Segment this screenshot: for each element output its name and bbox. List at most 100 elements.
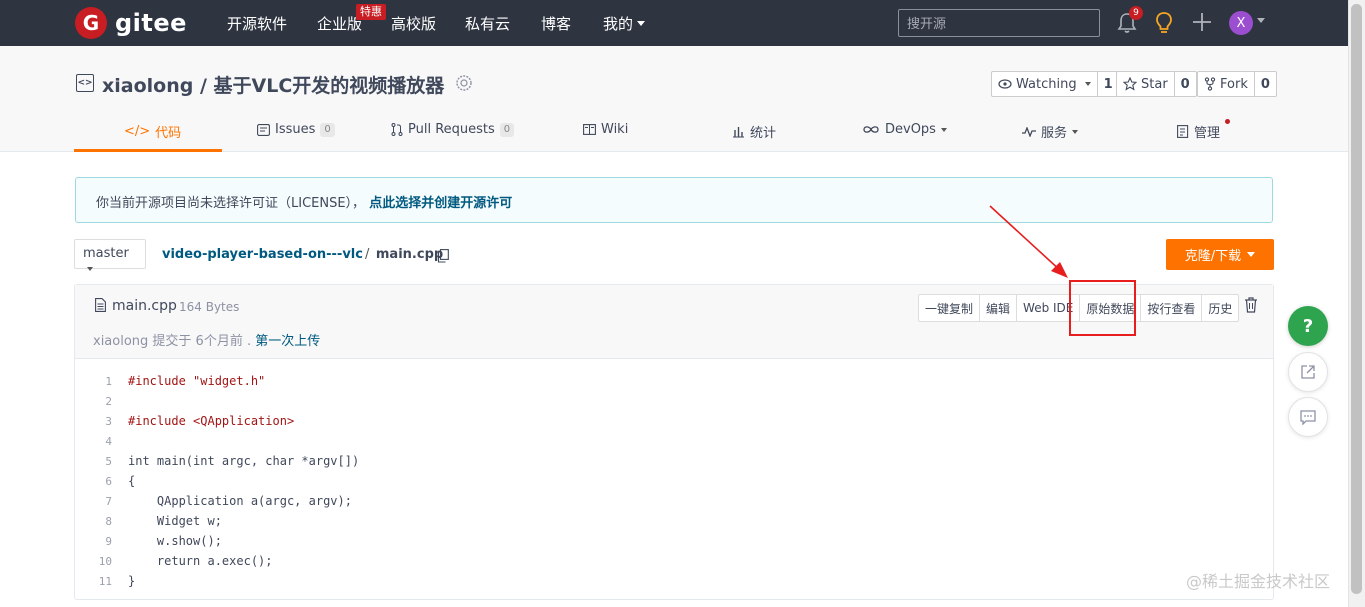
tab-code[interactable]: </> 代码 xyxy=(124,122,181,141)
star-icon xyxy=(1123,77,1137,91)
search-input[interactable] xyxy=(898,9,1100,37)
code-text: w.show(); xyxy=(128,534,222,548)
breadcrumb-file: main.cpp xyxy=(375,247,444,262)
edit-button[interactable]: 编辑 xyxy=(980,295,1018,321)
history-button[interactable]: 历史 xyxy=(1202,295,1238,321)
tab-manage-label: 管理 xyxy=(1194,126,1221,141)
nav-university[interactable]: 高校版 xyxy=(391,13,436,34)
user-avatar[interactable]: X xyxy=(1229,11,1253,35)
tab-services[interactable]: 服务 xyxy=(1022,122,1079,141)
nav-private-cloud[interactable]: 私有云 xyxy=(465,13,510,34)
code-line: 7 QApplication a(argc, argv); xyxy=(75,491,1273,511)
active-tab-underline xyxy=(74,149,222,152)
breadcrumb: video-player-based-on---vlc / main.cpp xyxy=(162,247,443,262)
plus-icon[interactable] xyxy=(1191,11,1213,33)
nav-open-source[interactable]: 开源软件 xyxy=(227,13,287,34)
file-icon xyxy=(95,298,106,312)
tab-statistics[interactable]: 统计 xyxy=(732,122,776,141)
page-scrollbar-thumb[interactable] xyxy=(1351,4,1362,594)
line-number: 8 xyxy=(105,514,112,528)
code-text: Widget w; xyxy=(128,514,222,528)
code-line: 11} xyxy=(75,571,1273,591)
tab-devops[interactable]: DevOps xyxy=(862,122,947,137)
create-license-link[interactable]: 点此选择并创建开源许可 xyxy=(369,196,512,211)
tab-code-label: 代码 xyxy=(155,126,182,141)
tab-pull-requests-count: 0 xyxy=(499,122,515,137)
license-notice-text: 你当前开源项目尚未选择许可证（LICENSE）， xyxy=(96,196,366,211)
chevron-down-icon xyxy=(940,127,947,132)
commit-message-link[interactable]: 第一次上传 xyxy=(255,334,320,349)
help-button[interactable]: ? xyxy=(1288,306,1328,346)
breadcrumb-separator: / xyxy=(364,247,370,262)
tab-wiki-label: Wiki xyxy=(601,122,629,137)
project-header: <> xiaolong / 基于VLC开发的视频播放器 Watching 1 S… xyxy=(0,46,1348,152)
tab-wiki[interactable]: Wiki xyxy=(583,122,628,137)
code-text: return a.exec(); xyxy=(128,554,273,568)
code-line: 3 #include <QApplication> xyxy=(75,411,1273,431)
fork-button[interactable]: Fork 0 xyxy=(1197,71,1277,97)
star-button[interactable]: Star 0 xyxy=(1116,71,1197,97)
line-number: 9 xyxy=(105,534,112,548)
wiki-icon xyxy=(583,124,596,135)
nav-mine[interactable]: 我的 xyxy=(603,13,646,34)
code-line: 6{ xyxy=(75,471,1273,491)
code-line: 1 #include "widget.h" xyxy=(75,371,1273,391)
gvp-badge-icon[interactable] xyxy=(455,74,473,92)
nav-blog[interactable]: 博客 xyxy=(541,13,571,34)
code-block: 1 #include "widget.h" 2 3 #include <QAppli… xyxy=(75,371,1273,591)
line-number: 6 xyxy=(105,474,112,488)
share-button[interactable] xyxy=(1288,352,1328,392)
chevron-down-icon xyxy=(1084,82,1091,86)
code-text: #include "widget.h" xyxy=(128,374,266,388)
tab-pull-requests-label: Pull Requests xyxy=(408,122,495,137)
notification-count-badge: 9 xyxy=(1129,6,1143,20)
line-number: 2 xyxy=(105,394,112,408)
chevron-down-icon xyxy=(1247,252,1256,257)
tab-manage[interactable]: 管理 xyxy=(1177,122,1220,141)
infinity-icon xyxy=(863,126,879,133)
breadcrumb-dir[interactable]: video-player-based-on---vlc xyxy=(162,247,363,262)
comment-icon xyxy=(1300,409,1316,425)
star-count[interactable]: 0 xyxy=(1173,72,1196,96)
line-number: 3 xyxy=(105,414,112,428)
issues-icon xyxy=(257,123,270,136)
tab-devops-label: DevOps xyxy=(885,122,936,137)
line-number: 5 xyxy=(105,454,112,468)
chevron-down-icon xyxy=(87,266,93,271)
fork-count[interactable]: 0 xyxy=(1253,72,1276,96)
comment-button[interactable] xyxy=(1288,397,1328,437)
file-name: main.cpp xyxy=(112,298,177,314)
fork-icon xyxy=(1204,77,1216,91)
blame-button[interactable]: 按行查看 xyxy=(1141,295,1203,321)
file-size: 164 Bytes xyxy=(179,300,240,314)
tab-issues-count: 0 xyxy=(320,122,335,137)
manage-notification-dot xyxy=(1225,119,1230,124)
line-number: 10 xyxy=(98,554,112,568)
chevron-down-icon xyxy=(637,21,646,26)
code-line: 2 xyxy=(75,391,1273,411)
tab-pull-requests[interactable]: Pull Requests 0 xyxy=(391,122,515,137)
gitee-logo[interactable]: G gitee xyxy=(75,7,187,39)
code-line: 4 xyxy=(75,431,1273,451)
code-text: #include <QApplication> xyxy=(128,414,295,428)
star-label: Star xyxy=(1141,76,1168,92)
watching-button[interactable]: Watching 1 xyxy=(991,71,1120,97)
copy-all-button[interactable]: 一键复制 xyxy=(919,295,981,321)
nav-mine-label: 我的 xyxy=(603,15,634,33)
project-title[interactable]: xiaolong / 基于VLC开发的视频播放器 xyxy=(102,71,444,98)
lightbulb-icon[interactable] xyxy=(1154,11,1174,35)
trash-icon[interactable] xyxy=(1244,297,1258,313)
code-line: 10 return a.exec(); xyxy=(75,551,1273,571)
code-text: { xyxy=(128,474,136,488)
code-text: int main(int argc, char *argv[]) xyxy=(128,454,360,468)
watermark: @稀土掘金技术社区 xyxy=(1186,572,1331,591)
tab-services-label: 服务 xyxy=(1041,126,1068,141)
copy-icon[interactable] xyxy=(437,249,449,263)
code-text: QApplication a(argc, argv); xyxy=(128,494,352,508)
avatar-chevron-down-icon[interactable] xyxy=(1257,18,1265,23)
branch-select[interactable]: master xyxy=(74,239,146,271)
code-line: 8 Widget w; xyxy=(75,511,1273,531)
tab-issues[interactable]: Issues 0 xyxy=(257,122,335,137)
line-number: 11 xyxy=(98,574,112,588)
clone-download-button[interactable]: 克隆/下载 xyxy=(1166,239,1274,270)
